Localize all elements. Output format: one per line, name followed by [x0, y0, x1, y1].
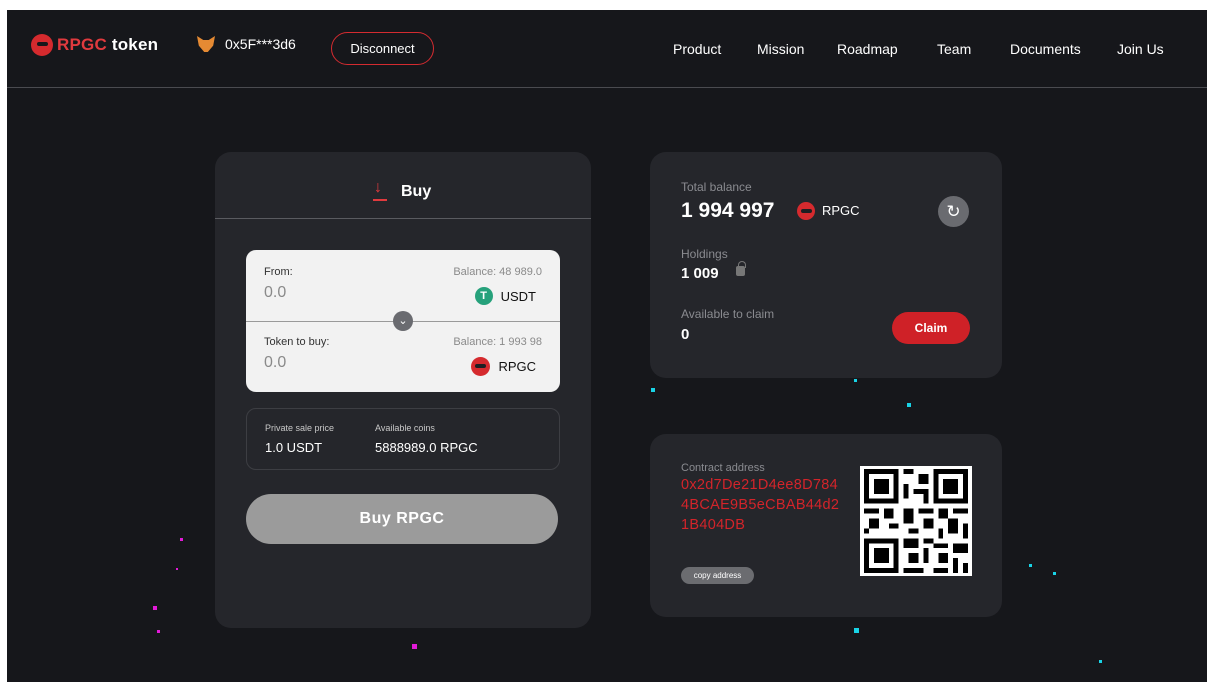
- refresh-icon: ↻: [946, 202, 961, 221]
- available-to-claim-label: Available to claim: [681, 307, 775, 321]
- nav-team[interactable]: Team: [937, 41, 971, 57]
- particle: [153, 606, 157, 610]
- rpgc-token-icon: [797, 202, 815, 220]
- nav-join-us[interactable]: Join Us: [1117, 41, 1164, 57]
- chevron-down-icon: ⌄: [398, 315, 408, 327]
- to-label: Token to buy:: [264, 336, 330, 348]
- buy-panel-header: Buy: [215, 152, 591, 219]
- to-amount-input[interactable]: [264, 354, 414, 372]
- balance-panel: Total balance 1 994 997 RPGC ↻ Holdings …: [650, 152, 1002, 378]
- particle: [1053, 572, 1056, 575]
- nav-documents[interactable]: Documents: [1010, 41, 1081, 57]
- particle: [412, 644, 417, 649]
- app-frame: RPGC token 0x5F***3d6 Disconnect Product…: [7, 10, 1207, 682]
- swap-direction-button[interactable]: ⌄: [393, 311, 413, 331]
- qr-code-image: [864, 469, 968, 573]
- buy-rpgc-button[interactable]: Buy RPGC: [246, 494, 558, 544]
- from-amount-input[interactable]: [264, 284, 414, 302]
- particle: [1029, 564, 1032, 567]
- from-label: From:: [264, 266, 293, 278]
- wallet-address: 0x5F***3d6: [225, 36, 296, 52]
- holdings-label: Holdings: [681, 247, 728, 261]
- swap-form: From: Balance: 48 989.0 T USDT ⌄ Token t…: [246, 250, 560, 392]
- from-balance: Balance: 48 989.0: [453, 266, 542, 278]
- lock-icon: [736, 261, 746, 276]
- buy-title-text: Buy: [401, 183, 432, 200]
- brand-logo[interactable]: RPGC token: [31, 34, 158, 56]
- contract-address-value: 0x2d7De21D4ee8D7844BCAE9B5eCBAB44d21B404…: [681, 477, 840, 533]
- to-token-label: RPGC: [498, 359, 536, 374]
- particle: [854, 379, 857, 382]
- total-balance-token: RPGC: [822, 203, 860, 218]
- nav-roadmap[interactable]: Roadmap: [837, 41, 898, 57]
- to-token-selector[interactable]: RPGC: [471, 357, 536, 376]
- top-navigation-bar: RPGC token 0x5F***3d6 Disconnect Product…: [7, 10, 1207, 88]
- private-sale-label: Private sale price: [265, 423, 335, 433]
- nav-mission[interactable]: Mission: [757, 41, 804, 57]
- available-coins-value: 5888989.0 RPGC: [375, 440, 478, 455]
- rpgc-token-icon: [471, 357, 491, 376]
- particle: [157, 630, 160, 633]
- contract-address-label: Contract address: [681, 462, 765, 474]
- total-balance-value: 1 994 997: [681, 199, 775, 222]
- to-balance: Balance: 1 993 98: [453, 336, 542, 348]
- qr-code: [860, 466, 972, 576]
- claim-button[interactable]: Claim: [892, 312, 970, 344]
- private-sale-value: 1.0 USDT: [265, 440, 323, 455]
- available-coins-label: Available coins: [375, 423, 435, 433]
- refresh-button[interactable]: ↻: [938, 196, 969, 227]
- particle: [180, 538, 183, 541]
- metamask-fox-icon: [197, 36, 215, 52]
- from-token-label: USDT: [500, 288, 536, 304]
- particle: [907, 403, 911, 407]
- logo-brand-text: RPGC: [57, 35, 107, 54]
- particle: [854, 628, 859, 633]
- sale-info: Private sale price 1.0 USDT Available co…: [246, 408, 560, 470]
- total-balance-label: Total balance: [681, 180, 752, 194]
- disconnect-button[interactable]: Disconnect: [331, 32, 434, 65]
- rpgc-logo-icon: [31, 34, 53, 56]
- usdt-icon: T: [474, 287, 493, 305]
- buy-panel: Buy From: Balance: 48 989.0 T USDT ⌄ Tok…: [215, 152, 591, 628]
- download-arrow-icon: [373, 179, 387, 201]
- particle: [176, 568, 178, 570]
- particle: [651, 388, 655, 392]
- wallet-info: 0x5F***3d6: [197, 36, 296, 52]
- nav-product[interactable]: Product: [673, 41, 721, 57]
- from-token-selector[interactable]: T USDT: [474, 287, 536, 305]
- buy-tab[interactable]: Buy: [373, 179, 432, 201]
- available-to-claim-value: 0: [681, 326, 690, 343]
- copy-address-button[interactable]: copy address: [681, 567, 754, 584]
- holdings-value: 1 009: [681, 265, 719, 282]
- contract-panel: Contract address 0x2d7De21D4ee8D7844BCAE…: [650, 434, 1002, 617]
- logo-suffix-text: token: [111, 35, 159, 54]
- particle: [1099, 660, 1102, 663]
